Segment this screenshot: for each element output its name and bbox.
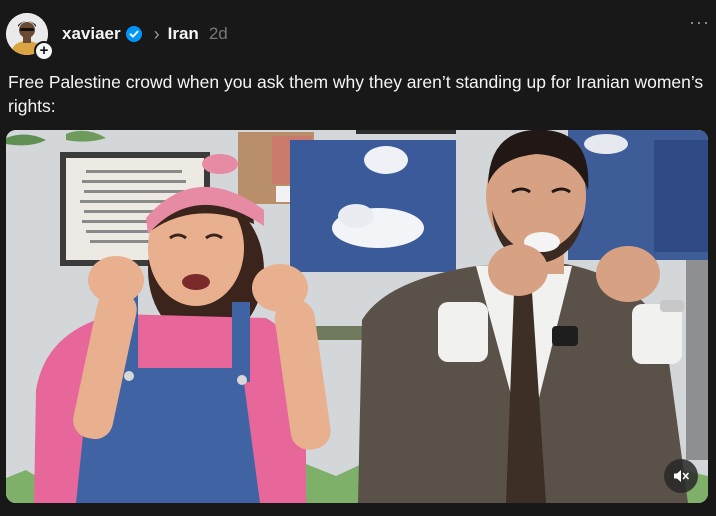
more-options-button[interactable]: ··· — [689, 12, 710, 33]
avatar[interactable]: + — [6, 13, 54, 61]
thread-post: + xaviaer › Iran 2d ··· Free Palestine c… — [0, 0, 716, 516]
post-header: + xaviaer › Iran 2d — [6, 12, 708, 61]
post-timestamp[interactable]: 2d — [209, 24, 228, 44]
plus-icon: + — [36, 43, 52, 59]
post-caption: Free Palestine crowd when you ask them w… — [8, 72, 704, 116]
mute-toggle-button[interactable] — [664, 459, 698, 493]
author-username[interactable]: xaviaer — [62, 24, 121, 44]
post-video[interactable] — [6, 130, 708, 503]
follow-button[interactable]: + — [34, 41, 54, 61]
topic-tag[interactable]: Iran — [168, 24, 199, 44]
chevron-right-icon: › — [153, 23, 160, 44]
video-frame — [6, 130, 708, 503]
volume-muted-icon — [674, 470, 689, 482]
verified-badge-icon — [125, 26, 142, 42]
